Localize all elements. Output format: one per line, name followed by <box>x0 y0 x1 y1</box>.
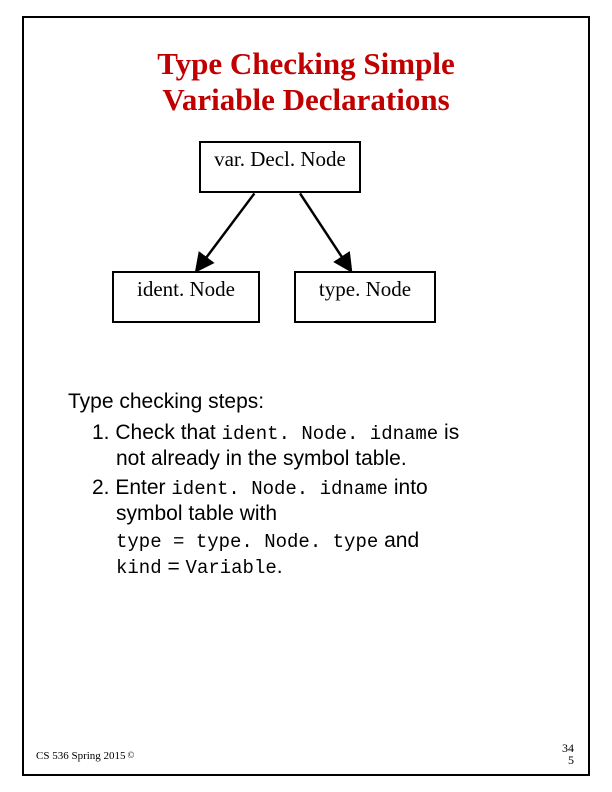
step2-line4-code2: Variable <box>186 557 277 579</box>
node-type-label: type. Node <box>319 277 411 301</box>
step-2: 2. Enter ident. Node. idname into <box>92 475 552 502</box>
step2-line3-suffix: and <box>378 529 419 552</box>
page-number-2: 5 <box>562 754 574 766</box>
node-ident-label: ident. Node <box>137 277 235 301</box>
step1-suffix: is <box>438 421 459 444</box>
step2-code: ident. Node. idname <box>171 478 388 500</box>
step2-line4: kind = Variable. <box>92 554 552 581</box>
slide-frame: Type Checking Simple Variable Declaratio… <box>22 16 590 776</box>
body-content: Type checking steps: 1. Check that ident… <box>68 389 552 581</box>
course-label: CS 536 Spring 2015 <box>36 750 126 762</box>
footer-left: CS 536 Spring 2015© <box>36 750 134 762</box>
slide-title: Type Checking Simple Variable Declaratio… <box>24 46 588 117</box>
step2-line3: type = type. Node. type and <box>92 528 552 555</box>
step2-prefix: 2. Enter <box>92 476 171 499</box>
step1-prefix: 1. Check that <box>92 421 222 444</box>
footer-right: 34 5 <box>562 742 574 766</box>
copyright-symbol: © <box>128 750 135 760</box>
step2-line4-mid: = <box>162 555 186 578</box>
step2-line3-code: type = type. Node. type <box>116 531 378 553</box>
step1-code: ident. Node. idname <box>222 423 439 445</box>
step-1: 1. Check that ident. Node. idname is <box>92 420 552 447</box>
step2-line4-code1: kind <box>116 557 162 579</box>
node-vardecl: var. Decl. Node <box>199 141 361 193</box>
tree-diagram: var. Decl. Node ident. Node type. Node <box>24 141 588 371</box>
title-line-2: Variable Declarations <box>162 82 449 117</box>
steps-heading: Type checking steps: <box>68 389 552 415</box>
node-vardecl-label: var. Decl. Node <box>214 147 346 171</box>
node-type: type. Node <box>294 271 436 323</box>
title-line-1: Type Checking Simple <box>157 46 454 81</box>
steps-list: 1. Check that ident. Node. idname is not… <box>92 420 552 582</box>
step2-line2: symbol table with <box>92 501 552 527</box>
node-ident: ident. Node <box>112 271 260 323</box>
step2-line4-suffix: . <box>277 555 283 578</box>
step2-suffix: into <box>388 476 428 499</box>
step1-line2: not already in the symbol table. <box>92 446 552 472</box>
